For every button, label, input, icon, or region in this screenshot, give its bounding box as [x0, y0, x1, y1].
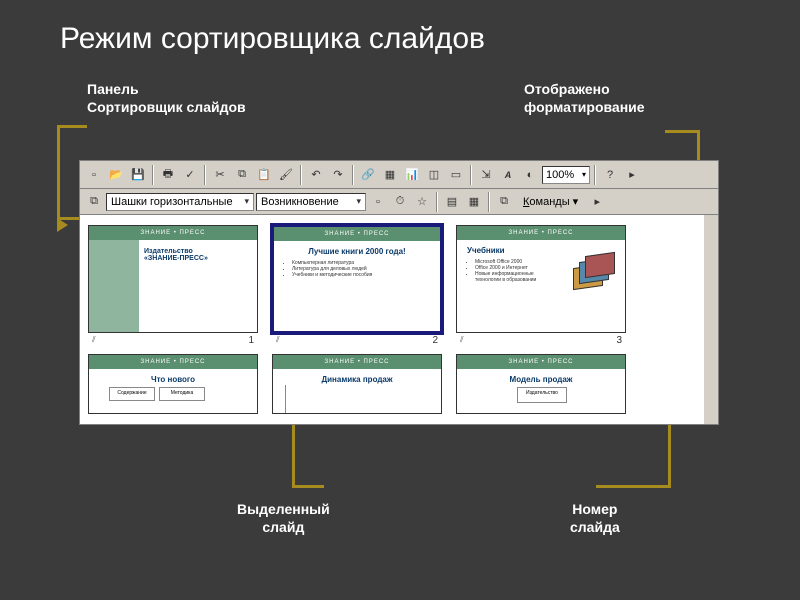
powerpoint-window: ▫ 📂 💾 🖶 ✓ ✂ ⧉ 📋 🖌 ↶ ↷ 🔗 ▦ 📊 ◫ ▭ ⇲ A ◐ 10… — [79, 160, 719, 425]
copy-button[interactable]: ⧉ — [232, 165, 252, 185]
separator — [470, 165, 472, 185]
slide-brand: ЗНАНИЕ • ПРЕСС — [457, 226, 625, 240]
slide-bullets: Компьютерная литература Литература для д… — [274, 260, 440, 278]
slide-number: 2 — [432, 333, 442, 346]
slide-title: Модель продаж — [461, 375, 621, 384]
slide-title: Издательство «ЗНАНИЕ-ПРЕСС» — [144, 248, 208, 262]
slide-meta: ⫽ — [272, 333, 280, 346]
slide-subtitle: Предлагаем учебным заведениям и всем жел… — [144, 266, 189, 290]
slide-meta: ⫽ — [456, 333, 464, 346]
slide-brand: ЗНАНИЕ • ПРЕСС — [457, 355, 625, 369]
slide-thumb[interactable]: ЗНАНИЕ • ПРЕСС Лучшие книги 2000 года! К… — [272, 225, 442, 346]
separator — [204, 165, 206, 185]
insert-slide-button[interactable]: ▭ — [446, 165, 466, 185]
notes-button[interactable]: ▤ — [442, 192, 462, 212]
undo-button[interactable]: ↶ — [306, 165, 326, 185]
transition-icon: ⫽ — [276, 335, 280, 345]
cut-button[interactable]: ✂ — [210, 165, 230, 185]
duplicate-button[interactable]: ⧉ — [494, 192, 514, 212]
sorter-toolbar: ⧉ Шашки горизонтальные▾ Возникновение▾ ▫… — [80, 189, 718, 215]
transition-icon: ⫽ — [460, 335, 464, 345]
hide-slide-button[interactable]: ▫ — [368, 192, 388, 212]
slide-number: 1 — [248, 333, 258, 346]
slide-brand: ЗНАНИЕ • ПРЕСС — [273, 355, 441, 369]
slide-title: Что нового — [93, 375, 253, 384]
separator — [594, 165, 596, 185]
print-button[interactable]: 🖶 — [158, 165, 178, 185]
slide-title: Динамика продаж — [277, 375, 437, 384]
slide-sorter-pane[interactable]: ЗНАНИЕ • ПРЕСС Издательство «ЗНАНИЕ-ПРЕС… — [80, 215, 718, 424]
summary-button[interactable]: ☆ — [412, 192, 432, 212]
callout-arrow-panel — [57, 218, 68, 232]
transition-icon: ⫽ — [92, 335, 96, 345]
transition-combo[interactable]: Шашки горизонтальные▾ — [106, 193, 254, 211]
slide-thumb[interactable]: ЗНАНИЕ • ПРЕСС Что нового Содержание Мет… — [88, 354, 258, 414]
slide-brand: ЗНАНИЕ • ПРЕСС — [89, 355, 257, 369]
slide-bullets: Microsoft Office 2000 Office 2000 и Инте… — [457, 259, 558, 283]
slide-meta: ⫽ — [88, 333, 96, 346]
slide-thumb[interactable]: ЗНАНИЕ • ПРЕСС Издательство «ЗНАНИЕ-ПРЕС… — [88, 225, 258, 346]
rehearse-button[interactable]: ⏱ — [390, 192, 410, 212]
separator — [488, 192, 490, 212]
books-image — [567, 256, 617, 296]
slide-brand: ЗНАНИЕ • ПРЕСС — [274, 227, 440, 241]
callout-label-format: Отображено форматирование — [524, 80, 645, 116]
slide-brand: ЗНАНИЕ • ПРЕСС — [89, 226, 257, 240]
separator — [352, 165, 354, 185]
more2-button[interactable]: ▸ — [587, 192, 607, 212]
separator — [300, 165, 302, 185]
slide-thumb[interactable]: ЗНАНИЕ • ПРЕСС Динамика продаж — [272, 354, 442, 414]
callout-label-number: Номер слайда — [570, 500, 620, 536]
insert-table-button[interactable]: ▦ — [380, 165, 400, 185]
save-button[interactable]: 💾 — [128, 165, 148, 185]
slide-box: Издательство — [517, 387, 567, 403]
color-button[interactable]: ▦ — [464, 192, 484, 212]
slide-thumb[interactable]: ЗНАНИЕ • ПРЕСС Учебники Microsoft Office… — [456, 225, 626, 346]
callout-label-panel: Панель Сортировщик слайдов — [87, 80, 246, 116]
open-button[interactable]: 📂 — [106, 165, 126, 185]
more-button[interactable]: ▸ — [622, 165, 642, 185]
callout-label-selected: Выделенный слайд — [237, 500, 330, 536]
help-button[interactable]: ? — [600, 165, 620, 185]
show-format-button[interactable]: A — [498, 165, 518, 185]
standard-toolbar: ▫ 📂 💾 🖶 ✓ ✂ ⧉ 📋 🖌 ↶ ↷ 🔗 ▦ 📊 ◫ ▭ ⇲ A ◐ 10… — [80, 161, 718, 189]
format-painter-button[interactable]: 🖌 — [276, 165, 296, 185]
slide-number: 3 — [616, 333, 626, 346]
separator — [436, 192, 438, 212]
insert-object-button[interactable]: ◫ — [424, 165, 444, 185]
slide-title: Лучшие книги 2000 года! — [278, 247, 436, 256]
commands-menu[interactable]: ККомандыоманды ▾ — [516, 193, 585, 210]
insert-link-button[interactable]: 🔗 — [358, 165, 378, 185]
redo-button[interactable]: ↷ — [328, 165, 348, 185]
slide-table: Содержание Методика — [109, 387, 205, 401]
vertical-scrollbar[interactable] — [704, 215, 718, 424]
spellcheck-button[interactable]: ✓ — [180, 165, 200, 185]
expand-button[interactable]: ⇲ — [476, 165, 496, 185]
grayscale-button[interactable]: ◐ — [520, 165, 540, 185]
insert-chart-button[interactable]: 📊 — [402, 165, 422, 185]
page-title: Режим сортировщика слайдов — [60, 22, 485, 56]
zoom-combo[interactable]: 100%▾ — [542, 166, 590, 184]
paste-button[interactable]: 📋 — [254, 165, 274, 185]
new-button[interactable]: ▫ — [84, 165, 104, 185]
sorter-view-button[interactable]: ⧉ — [84, 192, 104, 212]
slide-thumb[interactable]: ЗНАНИЕ • ПРЕСС Модель продаж Издательств… — [456, 354, 626, 414]
slide-accent — [89, 240, 139, 332]
separator — [152, 165, 154, 185]
slide-chart — [285, 385, 425, 414]
effect-combo[interactable]: Возникновение▾ — [256, 193, 366, 211]
